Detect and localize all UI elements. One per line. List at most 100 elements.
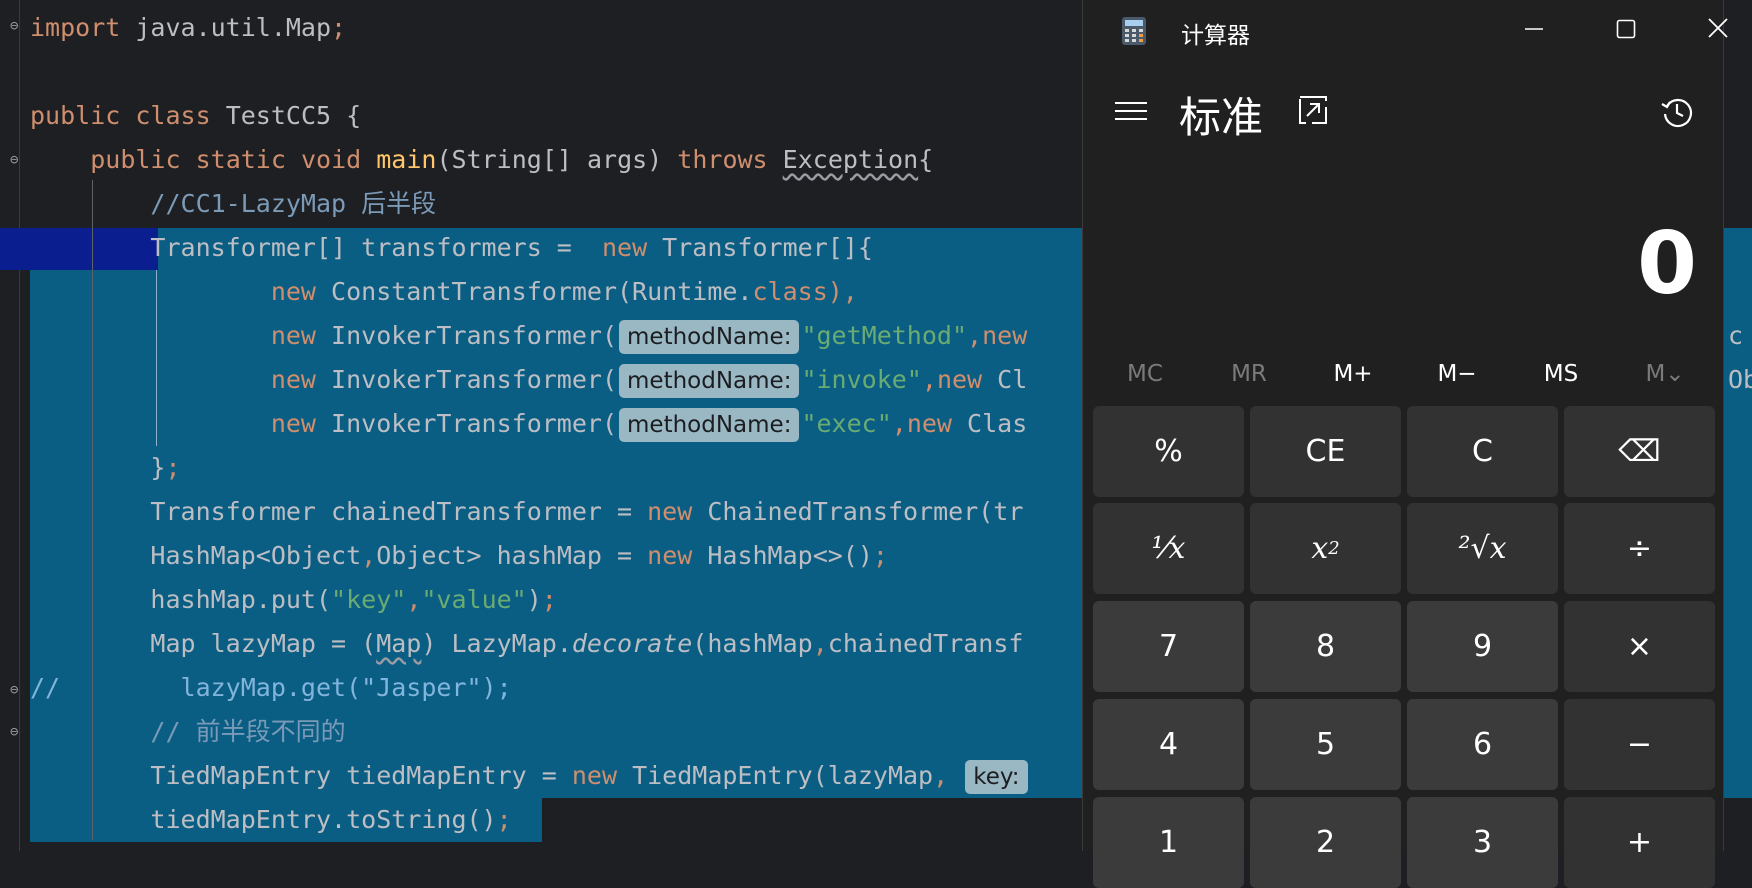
close-button[interactable]: [1695, 10, 1741, 50]
digit-2-button[interactable]: 2: [1250, 797, 1401, 888]
memory-clear-button[interactable]: MC: [1093, 352, 1197, 396]
fold-marker-icon[interactable]: ⊖: [10, 724, 24, 740]
code-line-10[interactable]: new InvokerTransformer(methodName: "exec"…: [30, 402, 1027, 446]
comma: ,: [921, 365, 937, 394]
keyword: new: [647, 541, 693, 570]
code-text: ): [526, 585, 542, 614]
code-text: ),: [827, 277, 858, 306]
comma: ,: [967, 321, 983, 350]
history-icon[interactable]: [1659, 94, 1695, 130]
code-line-13[interactable]: HashMap<Object,Object> hashMap = new Has…: [30, 534, 888, 578]
keyword: new: [601, 233, 648, 262]
subtract-button[interactable]: −: [1564, 699, 1715, 790]
code-text: ) LazyMap.: [421, 629, 572, 658]
code-line-19[interactable]: tiedMapEntry.toString();: [30, 798, 511, 842]
clipped-code-fragment: Ob: [1728, 365, 1752, 394]
backspace-button[interactable]: ⌫: [1564, 406, 1715, 497]
code-text: java.util.Map: [120, 13, 332, 42]
title-bar[interactable]: 计算器: [1083, 0, 1728, 62]
memory-store-button[interactable]: MS: [1509, 352, 1613, 396]
minimize-button[interactable]: [1511, 10, 1557, 50]
digit-7-button[interactable]: 7: [1093, 601, 1244, 692]
keyword: new: [270, 409, 316, 438]
fold-marker-icon[interactable]: ⊖: [10, 18, 24, 34]
code-text: Cl: [982, 365, 1028, 394]
digit-8-button[interactable]: 8: [1250, 601, 1401, 692]
code-line-3[interactable]: public class TestCC5 {: [30, 94, 361, 138]
code-line-8[interactable]: new InvokerTransformer(methodName: "getMe…: [30, 314, 1027, 358]
code-text: Transformer[]{: [647, 233, 873, 262]
keyword: new: [647, 497, 693, 526]
code-line-15[interactable]: Map lazyMap = (Map) LazyMap.decorate(has…: [30, 622, 1023, 666]
parameter-hint: methodName:: [619, 320, 800, 354]
digit-9-button[interactable]: 9: [1407, 601, 1558, 692]
digit-3-button[interactable]: 3: [1407, 797, 1558, 888]
code-line-4[interactable]: public static void main(String[] args) t…: [30, 138, 933, 182]
code-text: HashMap<>(): [692, 541, 873, 570]
code-line-16[interactable]: // lazyMap.get("Jasper");: [30, 666, 512, 710]
square-button[interactable]: x2: [1250, 503, 1401, 594]
menu-icon[interactable]: [1115, 96, 1147, 126]
code-line-17[interactable]: // 前半段不同的: [30, 710, 346, 754]
keyword: new: [936, 365, 983, 394]
code-line-12[interactable]: Transformer chainedTransformer = new Cha…: [30, 490, 1023, 534]
digit-5-button[interactable]: 5: [1250, 699, 1401, 790]
keyword: public: [90, 145, 181, 174]
memory-subtract-button[interactable]: M−: [1405, 352, 1509, 396]
fold-marker-icon[interactable]: ⊖: [10, 682, 24, 698]
code-text: ChainedTransformer(tr: [692, 497, 1024, 526]
semicolon: ;: [331, 13, 347, 42]
percent-button[interactable]: %: [1093, 406, 1244, 497]
keyword: class: [752, 277, 828, 306]
digit-6-button[interactable]: 6: [1407, 699, 1558, 790]
string-literal: "key": [331, 585, 407, 614]
exception-type: Exception: [782, 145, 919, 174]
keyword: void: [300, 145, 362, 174]
comma: ,: [891, 409, 907, 438]
comment-slashes: //: [30, 673, 61, 702]
code-text: hashMap.put(: [150, 585, 332, 614]
minimize-icon: [1525, 28, 1543, 30]
digit-1-button[interactable]: 1: [1093, 797, 1244, 888]
code-line-6[interactable]: Transformer[] transformers = new Transfo…: [30, 226, 873, 270]
code-text: TiedMapEntry tiedMapEntry =: [150, 761, 572, 790]
code-line-14[interactable]: hashMap.put("key","value");: [30, 578, 556, 622]
code-line-1[interactable]: import java.util.Map;: [30, 6, 346, 50]
divide-button[interactable]: ÷: [1564, 503, 1715, 594]
add-button[interactable]: +: [1564, 797, 1715, 888]
code-line-5[interactable]: //CC1-LazyMap 后半段: [30, 182, 436, 226]
reciprocal-button[interactable]: ⅟x: [1093, 503, 1244, 594]
code-text: (hashMap: [692, 629, 813, 658]
memory-add-button[interactable]: M+: [1301, 352, 1405, 396]
code-line-18[interactable]: TiedMapEntry tiedMapEntry = new TiedMapE…: [30, 754, 1030, 798]
mode-title: 标准: [1179, 93, 1264, 142]
code-line-11[interactable]: };: [30, 446, 180, 490]
memory-list-button[interactable]: M⌄: [1613, 352, 1717, 396]
code-text: Transformer[] transformers =: [150, 233, 602, 262]
code-line-9[interactable]: new InvokerTransformer(methodName: "invok…: [30, 358, 1027, 402]
maximize-icon: [1616, 19, 1636, 39]
memory-row: MC MR M+ M− MS M⌄: [1093, 352, 1717, 396]
code-text: {: [918, 145, 934, 174]
digit-4-button[interactable]: 4: [1093, 699, 1244, 790]
comment: // 前半段不同的: [150, 717, 346, 746]
fold-marker-icon[interactable]: ⊖: [10, 152, 24, 168]
parameter-hint: methodName:: [619, 364, 800, 398]
multiply-button[interactable]: ×: [1564, 601, 1715, 692]
clear-entry-button[interactable]: CE: [1250, 406, 1401, 497]
calculator-window[interactable]: 计算器 标准 0 MC MR M+ M− MS M⌄ % CE C ⌫ ⅟x x…: [1082, 0, 1728, 888]
display-value: 0: [1637, 214, 1697, 314]
clear-button[interactable]: C: [1407, 406, 1558, 497]
maximize-button[interactable]: [1603, 10, 1649, 50]
calculator-app-icon: [1122, 17, 1146, 45]
memory-recall-button[interactable]: MR: [1197, 352, 1301, 396]
keep-on-top-icon[interactable]: [1297, 94, 1329, 126]
square-root-button[interactable]: ²√x: [1407, 503, 1558, 594]
keyword: new: [982, 321, 1028, 350]
static-method: decorate: [571, 629, 693, 658]
keyword: new: [270, 277, 316, 306]
comma: ,: [933, 761, 964, 790]
code-text: Clas: [951, 409, 1028, 438]
code-line-7[interactable]: new ConstantTransformer(Runtime.class),: [30, 270, 858, 314]
keyword: new: [270, 321, 316, 350]
